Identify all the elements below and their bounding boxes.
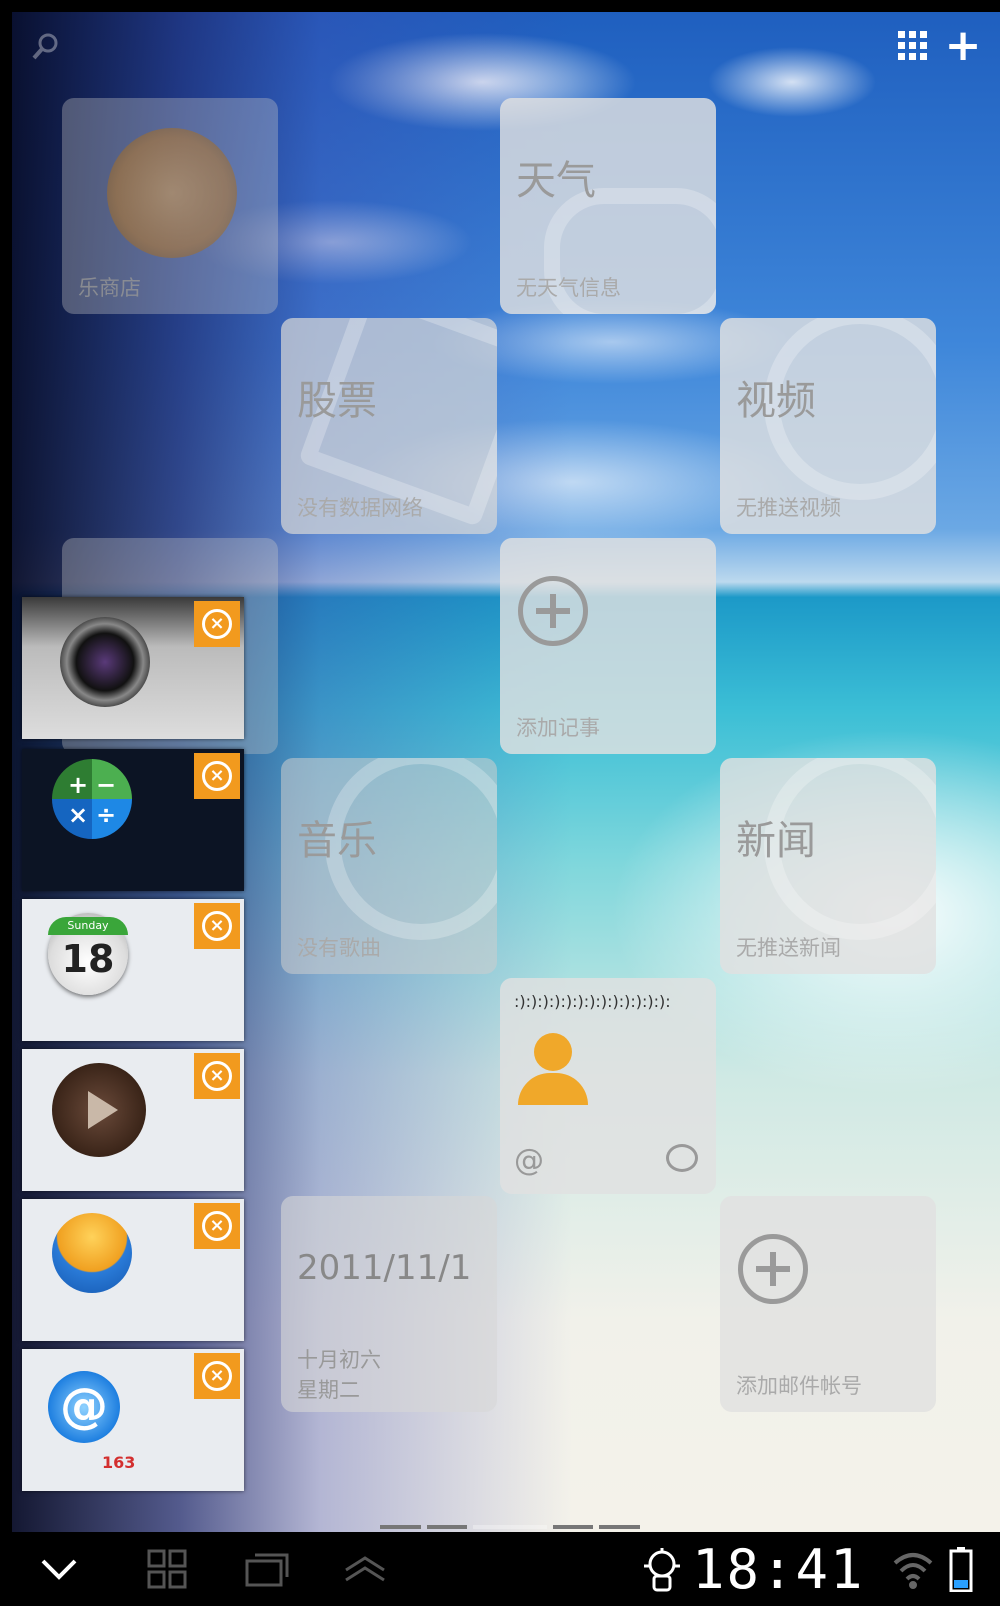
tile-email[interactable]: 添加邮件帐号 — [720, 1196, 936, 1412]
recent-app-video-player[interactable]: × — [22, 1049, 244, 1191]
tile-stocks[interactable]: 股票 没有数据网络 — [281, 318, 497, 534]
message-bubble-icon[interactable] — [666, 1144, 698, 1172]
tile-date-value: 2011/11/1 — [297, 1248, 472, 1288]
person-icon — [518, 1033, 588, 1105]
battery-icon — [946, 1546, 976, 1592]
recent-app-email[interactable]: @ 163 × — [22, 1349, 244, 1491]
close-recent-contacts-button[interactable]: × — [194, 1203, 240, 1249]
add-note-icon[interactable] — [518, 576, 588, 646]
close-icon: × — [202, 1211, 232, 1241]
tile-app-store[interactable]: 乐商店 — [62, 98, 278, 314]
close-recent-email-button[interactable]: × — [194, 1353, 240, 1399]
tile-video-subtitle: 无推送视频 — [736, 496, 841, 520]
recent-app-contacts[interactable]: × — [22, 1199, 244, 1341]
close-icon: × — [202, 1361, 232, 1391]
tile-date-weekday: 星期二 — [297, 1378, 360, 1402]
email-brand-label: 163 — [102, 1453, 136, 1472]
close-icon: × — [202, 1061, 232, 1091]
tile-news-title: 新闻 — [736, 818, 816, 864]
store-logo-icon — [107, 128, 237, 258]
camera-lens-icon — [60, 617, 150, 707]
tile-date-lunar: 十月初六 — [297, 1348, 381, 1372]
tile-email-subtitle: 添加邮件帐号 — [736, 1374, 862, 1398]
tile-app-store-label: 乐商店 — [78, 276, 141, 300]
home-grid-icon[interactable] — [142, 1546, 192, 1592]
tile-stocks-subtitle: 没有数据网络 — [297, 496, 423, 520]
tile-notes[interactable]: 添加记事 — [500, 538, 716, 754]
close-icon: × — [202, 911, 232, 941]
status-time: 18:41 — [692, 1538, 865, 1601]
plus-icon[interactable]: + — [945, 24, 982, 68]
close-icon: × — [202, 609, 232, 639]
film-icon — [52, 1063, 146, 1157]
notification-robot-icon[interactable] — [637, 1546, 687, 1592]
page-indicator — [380, 1525, 640, 1529]
close-recent-video-player-button[interactable]: × — [194, 1053, 240, 1099]
tile-weather-subtitle: 无天气信息 — [516, 276, 621, 300]
tile-music-title: 音乐 — [297, 818, 377, 864]
chevron-down-icon[interactable] — [34, 1546, 84, 1592]
close-recent-calendar-button[interactable]: × — [194, 903, 240, 949]
tile-contact[interactable]: :):):):):):):):):):):):):): @ — [500, 978, 716, 1194]
tile-notes-subtitle: 添加记事 — [516, 716, 600, 740]
tile-music[interactable]: 音乐 没有歌曲 — [281, 758, 497, 974]
grid-icon[interactable] — [895, 28, 931, 64]
close-recent-calculator-button[interactable]: × — [194, 753, 240, 799]
menu-up-icon[interactable] — [337, 1546, 393, 1592]
calendar-icon: Sunday 18 — [48, 913, 128, 995]
calendar-day-label: Sunday — [48, 917, 128, 935]
system-bar: 18:41 — [12, 1532, 1000, 1606]
tile-news-subtitle: 无推送新闻 — [736, 936, 841, 960]
add-email-icon[interactable] — [738, 1234, 808, 1304]
home-screen: + 乐商店 天气 无天气信息 股票 没有数据网络 视频 无推送视频 添加记事 音… — [0, 0, 1000, 1606]
tile-video[interactable]: 视频 无推送视频 — [720, 318, 936, 534]
close-recent-camera-button[interactable]: × — [194, 601, 240, 647]
email-icon: @ — [48, 1371, 120, 1443]
recent-app-calculator[interactable]: + − × ÷ × — [22, 749, 244, 891]
tile-news[interactable]: 新闻 无推送新闻 — [720, 758, 936, 974]
tile-weather-title: 天气 — [516, 158, 596, 204]
tile-weather[interactable]: 天气 无天气信息 — [500, 98, 716, 314]
search-icon[interactable] — [28, 28, 64, 64]
calendar-day-number: 18 — [61, 937, 115, 981]
email-at-icon[interactable]: @ — [514, 1143, 544, 1178]
recent-apps-icon[interactable] — [240, 1546, 296, 1592]
wifi-icon — [890, 1546, 936, 1592]
tile-stocks-title: 股票 — [297, 378, 377, 424]
calculator-icon: + − × ÷ — [52, 759, 132, 839]
recent-app-camera[interactable]: × — [22, 597, 244, 739]
contacts-icon — [52, 1213, 132, 1293]
tile-video-title: 视频 — [736, 378, 816, 424]
contact-status-text: :):):):):):):):):):):):):): — [514, 992, 671, 1011]
tile-music-subtitle: 没有歌曲 — [297, 936, 381, 960]
recent-app-calendar[interactable]: Sunday 18 × — [22, 899, 244, 1041]
tile-date[interactable]: 2011/11/1 十月初六 星期二 — [281, 1196, 497, 1412]
close-icon: × — [202, 761, 232, 791]
